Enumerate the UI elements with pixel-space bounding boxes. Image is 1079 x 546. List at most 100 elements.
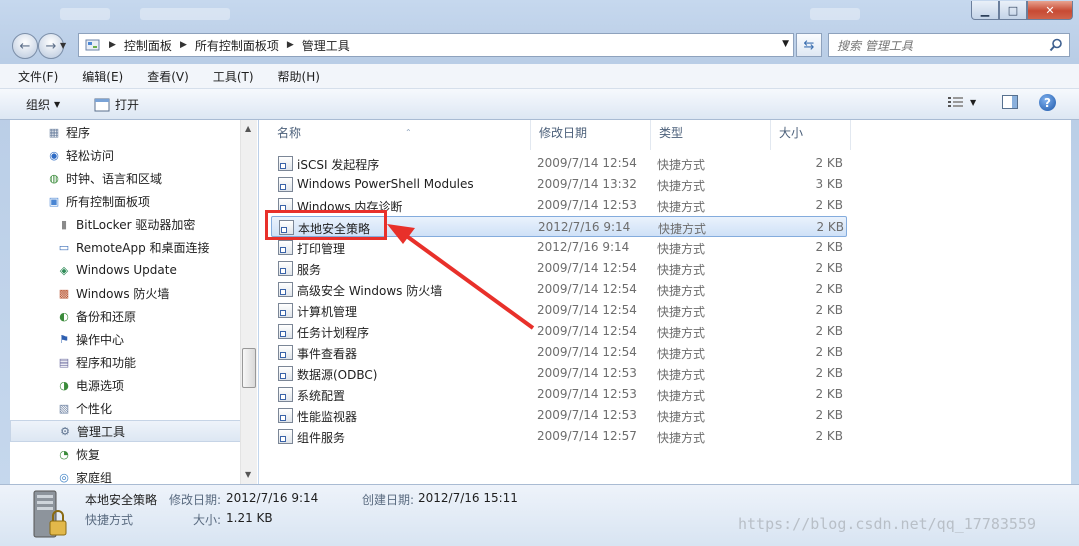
file-row[interactable]: iSCSI 发起程序 2009/7/14 12:54 快捷方式 2 KB (271, 153, 847, 174)
menu-tools[interactable]: 工具(T) (195, 68, 260, 85)
breadcrumb-separator-icon[interactable]: ▶ (109, 40, 116, 50)
column-header-name[interactable]: 名称 ⌃ (269, 120, 531, 150)
menu-view[interactable]: 查看(V) (129, 68, 195, 85)
file-list: 名称 ⌃ 修改日期 类型 大小 iSCSI 发起程序 2009/7/14 12:5… (259, 120, 1071, 484)
sidebar-item-label: 操作中心 (76, 332, 125, 347)
file-row[interactable]: 高级安全 Windows 防火墙 2009/7/14 12:54 快捷方式 2 KB (271, 279, 847, 300)
sidebar-item[interactable]: ▮ BitLocker 驱动器加密 (10, 213, 258, 235)
back-button[interactable]: ← (12, 33, 38, 59)
file-size: 2 KB (815, 366, 843, 380)
file-size: 2 KB (815, 345, 843, 359)
file-name: 服务 (297, 263, 322, 277)
search-icon[interactable] (1049, 38, 1063, 52)
scrollbar-thumb[interactable] (242, 348, 256, 388)
file-type: 快捷方式 (657, 389, 706, 403)
file-name: iSCSI 发起程序 (297, 158, 380, 172)
file-row[interactable]: Windows PowerShell Modules 2009/7/14 13:3… (271, 174, 847, 195)
sidebar-item[interactable]: ◍ 时钟、语言和区域 (10, 167, 258, 189)
breadcrumb: ▶ 控制面板 ▶ 所有控制面板项 ▶ 管理工具 (85, 34, 350, 56)
sidebar-item[interactable]: ▣ 所有控制面板项 (10, 190, 258, 212)
sidebar-item[interactable]: ⚑ 操作中心 (10, 328, 258, 350)
file-row[interactable]: 任务计划程序 2009/7/14 12:54 快捷方式 2 KB (271, 321, 847, 342)
minimize-button[interactable]: ▁ (971, 1, 999, 20)
column-header-size[interactable]: 大小 (771, 120, 851, 150)
control-panel-icon: ▣ (48, 194, 60, 208)
sidebar-item[interactable]: ◐ 备份和还原 (10, 305, 258, 327)
sidebar-item-label: 电源选项 (76, 378, 125, 393)
organize-label: 组织 (26, 98, 51, 112)
sidebar-item[interactable]: ◔ 恢复 (10, 443, 258, 465)
refresh-button[interactable]: ⇆ (796, 33, 822, 57)
file-modified: 2009/7/14 12:54 (537, 261, 637, 275)
file-row[interactable]: 性能监视器 2009/7/14 12:53 快捷方式 2 KB (271, 405, 847, 426)
sidebar-item[interactable]: ▤ 程序和功能 (10, 351, 258, 373)
change-view-button[interactable]: ▼ (948, 96, 976, 108)
column-header-modified[interactable]: 修改日期 (531, 120, 651, 150)
file-row[interactable]: 服务 2009/7/14 12:54 快捷方式 2 KB (271, 258, 847, 279)
file-row[interactable]: 事件查看器 2009/7/14 12:54 快捷方式 2 KB (271, 342, 847, 363)
open-icon (94, 98, 110, 111)
breadcrumb-control-panel[interactable]: 控制面板 (124, 37, 172, 54)
sidebar-item[interactable]: ▩ Windows 防火墙 (10, 282, 258, 304)
column-header-type[interactable]: 类型 (651, 120, 771, 150)
file-modified: 2009/7/14 12:54 (537, 156, 637, 170)
breadcrumb-separator-icon[interactable]: ▶ (180, 40, 187, 50)
file-type: 快捷方式 (657, 158, 706, 172)
sidebar-item[interactable]: ▦ 程序 (10, 121, 258, 143)
watermark: https://blog.csdn.net/qq_17783559 (738, 515, 1037, 533)
preview-pane-button[interactable] (1002, 95, 1018, 109)
file-name: Windows PowerShell Modules (297, 177, 474, 191)
file-name: 组件服务 (297, 431, 346, 445)
breadcrumb-admin-tools[interactable]: 管理工具 (302, 37, 350, 54)
maximize-icon: □ (1007, 3, 1019, 17)
search-box[interactable] (828, 33, 1070, 57)
address-dropdown-icon[interactable]: ▼ (782, 39, 789, 49)
open-button[interactable]: 打开 (94, 96, 139, 113)
shortcut-icon (278, 303, 293, 318)
file-name: 计算机管理 (297, 305, 358, 319)
file-row[interactable]: 打印管理 2012/7/16 9:14 快捷方式 2 KB (271, 237, 847, 258)
menu-edit[interactable]: 编辑(E) (64, 68, 129, 85)
recent-pages-dropdown[interactable]: ▼ (60, 41, 66, 50)
address-bar[interactable]: ▶ 控制面板 ▶ 所有控制面板项 ▶ 管理工具 ▼ (78, 33, 794, 57)
file-row[interactable]: 数据源(ODBC) 2009/7/14 12:53 快捷方式 2 KB (271, 363, 847, 384)
scroll-down-icon[interactable]: ▼ (245, 470, 251, 479)
sidebar-item-label: BitLocker 驱动器加密 (76, 217, 196, 232)
file-type: 快捷方式 (657, 200, 706, 214)
programs-features-icon: ▤ (58, 355, 70, 369)
admin-tools-icon: ⚙ (60, 424, 70, 438)
breadcrumb-all-items[interactable]: 所有控制面板项 (195, 37, 279, 54)
file-modified: 2012/7/16 9:14 (538, 220, 631, 234)
menu-help[interactable]: 帮助(H) (260, 68, 326, 85)
breadcrumb-separator-icon[interactable]: ▶ (287, 40, 294, 50)
sidebar-item-label: 恢复 (76, 447, 101, 462)
menu-file[interactable]: 文件(F) (0, 68, 64, 85)
search-input[interactable] (835, 37, 1039, 55)
file-row[interactable]: 系统配置 2009/7/14 12:53 快捷方式 2 KB (271, 384, 847, 405)
sidebar-item[interactable]: ▧ 个性化 (10, 397, 258, 419)
title-bar: ▁ □ ✕ (0, 0, 1079, 28)
details-created-label: 创建日期: (362, 493, 415, 507)
maximize-button[interactable]: □ (999, 1, 1027, 20)
file-type: 快捷方式 (657, 179, 706, 193)
nav-scrollbar[interactable]: ▲ ▼ (240, 120, 257, 484)
close-button[interactable]: ✕ (1027, 1, 1073, 20)
details-size-label: 大小: (193, 513, 222, 527)
file-modified: 2009/7/14 12:54 (537, 303, 637, 317)
details-created-value: 2012/7/16 15:11 (418, 491, 518, 505)
sidebar-item[interactable]: ◑ 电源选项 (10, 374, 258, 396)
sort-ascending-icon: ⌃ (405, 128, 412, 137)
sidebar-item[interactable]: ▭ RemoteApp 和桌面连接 (10, 236, 258, 258)
scroll-up-icon[interactable]: ▲ (245, 124, 251, 133)
sidebar-item[interactable]: ◉ 轻松访问 (10, 144, 258, 166)
file-size: 2 KB (816, 220, 844, 234)
sidebar-item[interactable]: ◎ 家庭组 (10, 466, 258, 485)
help-button[interactable]: ? (1039, 94, 1056, 111)
file-row[interactable]: 计算机管理 2009/7/14 12:54 快捷方式 2 KB (271, 300, 847, 321)
organize-button[interactable]: 组织 ▼ (26, 96, 60, 113)
shortcut-icon (278, 261, 293, 276)
sidebar-item[interactable]: ◈ Windows Update (10, 259, 258, 281)
sidebar-item[interactable]: ⚙ 管理工具 (10, 420, 242, 442)
file-row[interactable]: 组件服务 2009/7/14 12:57 快捷方式 2 KB (271, 426, 847, 447)
shortcut-icon (278, 177, 293, 192)
